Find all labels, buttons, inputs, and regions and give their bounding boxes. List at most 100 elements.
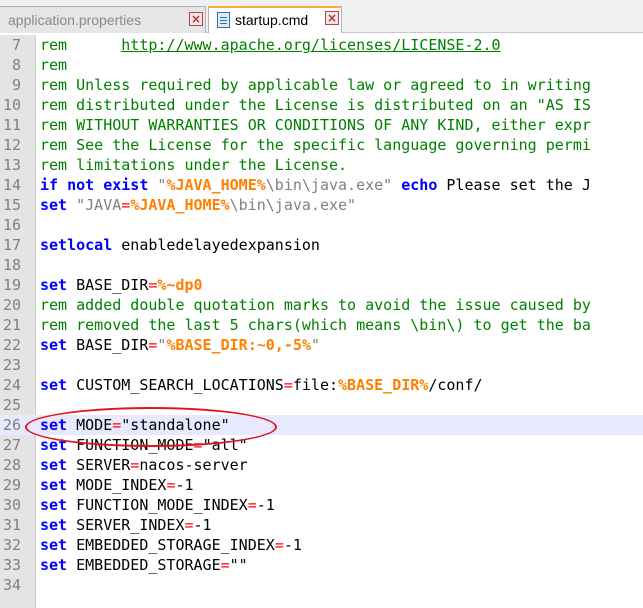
token-kw: set (40, 496, 68, 514)
token-txt: /conf/ (428, 376, 483, 394)
code-editor[interactable]: 7 rem http://www.apache.org/licenses/LICE… (0, 35, 643, 608)
code-line[interactable]: 7 rem http://www.apache.org/licenses/LICE… (0, 35, 643, 55)
token-op: = (274, 536, 284, 554)
tab-bar: application.properties × startup.cmd × (0, 0, 643, 33)
token-kw: set (40, 276, 68, 294)
code-line[interactable]: 17 setlocal enabledelayedexpansion (0, 235, 643, 255)
code-text: set BASE_DIR="%BASE_DIR:~0,-5%" (40, 335, 320, 355)
token-var: %JAVA_HOME% (130, 196, 230, 214)
token-txt: FUNCTION_MODE_INDEX (67, 496, 248, 514)
code-line[interactable]: 10 rem distributed under the License is d… (0, 95, 643, 115)
code-line[interactable]: 9 rem Unless required by applicable law o… (0, 75, 643, 95)
line-number: 12 (2, 136, 21, 154)
close-icon[interactable]: × (189, 12, 203, 26)
token-txt: "all" (202, 436, 248, 454)
line-number: 19 (2, 276, 21, 294)
code-line[interactable]: 14 if not exist "%JAVA_HOME%\bin\java.exe… (0, 175, 643, 195)
code-text: set FUNCTION_MODE="all" (40, 435, 248, 455)
token-cm: rem removed the last 5 chars(which means… (40, 316, 591, 334)
token-txt: -1 (256, 496, 275, 514)
tab-startup-cmd[interactable]: startup.cmd × (208, 6, 342, 33)
line-number: 14 (2, 176, 21, 194)
line-number: 17 (2, 236, 21, 254)
token-cm: rem limitations under the License. (40, 156, 348, 174)
line-number: 33 (2, 556, 21, 574)
code-line[interactable]: 13 rem limitations under the License. (0, 155, 643, 175)
token-cm: rem WITHOUT WARRANTIES OR CONDITIONS OF … (40, 116, 591, 134)
code-line[interactable]: 20 rem added double quotation marks to av… (0, 295, 643, 315)
code-text: set CUSTOM_SEARCH_LOCATIONS=file:%BASE_D… (40, 375, 483, 395)
code-text: rem http://www.apache.org/licenses/LICEN… (40, 35, 501, 55)
token-kw: set (40, 196, 68, 214)
line-number: 31 (2, 516, 21, 534)
token-txt: Please set the J (437, 176, 591, 194)
token-kw: set (40, 536, 68, 554)
code-line[interactable]: 26 set MODE="standalone" (0, 415, 643, 435)
code-line[interactable]: 18 (0, 255, 643, 275)
code-line[interactable]: 33 set EMBEDDED_STORAGE="" (0, 555, 643, 575)
line-number: 10 (2, 96, 21, 114)
code-line[interactable]: 21 rem removed the last 5 chars(which mea… (0, 315, 643, 335)
code-text: rem (40, 55, 67, 75)
code-text: rem removed the last 5 chars(which means… (40, 315, 591, 335)
code-line[interactable]: 25 (0, 395, 643, 415)
code-text: rem limitations under the License. (40, 155, 347, 175)
code-text: rem distributed under the License is dis… (40, 95, 591, 115)
token-txt: "standalone" (121, 416, 230, 434)
code-text: set EMBEDDED_STORAGE="" (40, 555, 248, 575)
code-text: set MODE_INDEX=-1 (40, 475, 194, 495)
code-text: set FUNCTION_MODE_INDEX=-1 (40, 495, 275, 515)
code-line[interactable]: 31 set SERVER_INDEX=-1 (0, 515, 643, 535)
line-number: 11 (2, 116, 21, 134)
code-line[interactable]: 12 rem See the License for the specific l… (0, 135, 643, 155)
code-text: rem Unless required by applicable law or… (40, 75, 591, 95)
code-line[interactable]: 30 set FUNCTION_MODE_INDEX=-1 (0, 495, 643, 515)
code-line[interactable]: 29 set MODE_INDEX=-1 (0, 475, 643, 495)
code-line[interactable]: 8 rem (0, 55, 643, 75)
token-kw: set (40, 516, 68, 534)
code-line[interactable]: 23 (0, 355, 643, 375)
token-str: \bin\java.exe" (229, 196, 357, 214)
token-op: = (247, 496, 257, 514)
token-kw: set (40, 436, 68, 454)
code-text: rem See the License for the specific lan… (40, 135, 591, 155)
line-number: 26 (2, 416, 21, 434)
token-txt: MODE_INDEX (67, 476, 167, 494)
token-txt: FUNCTION_MODE (67, 436, 194, 454)
token-kw: echo (401, 176, 438, 194)
code-line[interactable]: 22 set BASE_DIR="%BASE_DIR:~0,-5%" (0, 335, 643, 355)
code-line[interactable]: 19 set BASE_DIR=%~dp0 (0, 275, 643, 295)
code-line[interactable]: 27 set FUNCTION_MODE="all" (0, 435, 643, 455)
close-icon[interactable]: × (325, 11, 339, 25)
token-txt: EMBEDDED_STORAGE (67, 556, 221, 574)
token-txt: SERVER_INDEX (67, 516, 185, 534)
code-line[interactable]: 24 set CUSTOM_SEARCH_LOCATIONS=file:%BASE… (0, 375, 643, 395)
token-op: = (193, 436, 203, 454)
token-txt: enabledelayedexpansion (112, 236, 320, 254)
line-number: 29 (2, 476, 21, 494)
code-line[interactable]: 32 set EMBEDDED_STORAGE_INDEX=-1 (0, 535, 643, 555)
line-number: 30 (2, 496, 21, 514)
code-line[interactable]: 16 (0, 215, 643, 235)
line-number: 7 (11, 36, 21, 54)
token-txt: -1 (175, 476, 194, 494)
line-number: 25 (2, 396, 21, 414)
token-kw: set (40, 556, 68, 574)
token-str: "JAVA (76, 196, 122, 214)
code-line[interactable]: 28 set SERVER=nacos-server (0, 455, 643, 475)
token-var: %BASE_DIR:~0,-5% (166, 336, 311, 354)
token-txt: MODE (67, 416, 113, 434)
code-line[interactable]: 11 rem WITHOUT WARRANTIES OR CONDITIONS O… (0, 115, 643, 135)
line-number: 20 (2, 296, 21, 314)
code-text: set SERVER_INDEX=-1 (40, 515, 212, 535)
code-text: set SERVER=nacos-server (40, 455, 248, 475)
tab-application-properties[interactable]: application.properties × (0, 6, 206, 33)
line-number: 34 (2, 576, 21, 594)
line-number: 8 (11, 56, 21, 74)
token-op: = (220, 556, 230, 574)
code-line[interactable]: 34 (0, 575, 643, 595)
tab-label: application.properties (8, 12, 142, 28)
code-line[interactable]: 15 set "JAVA=%JAVA_HOME%\bin\java.exe" (0, 195, 643, 215)
